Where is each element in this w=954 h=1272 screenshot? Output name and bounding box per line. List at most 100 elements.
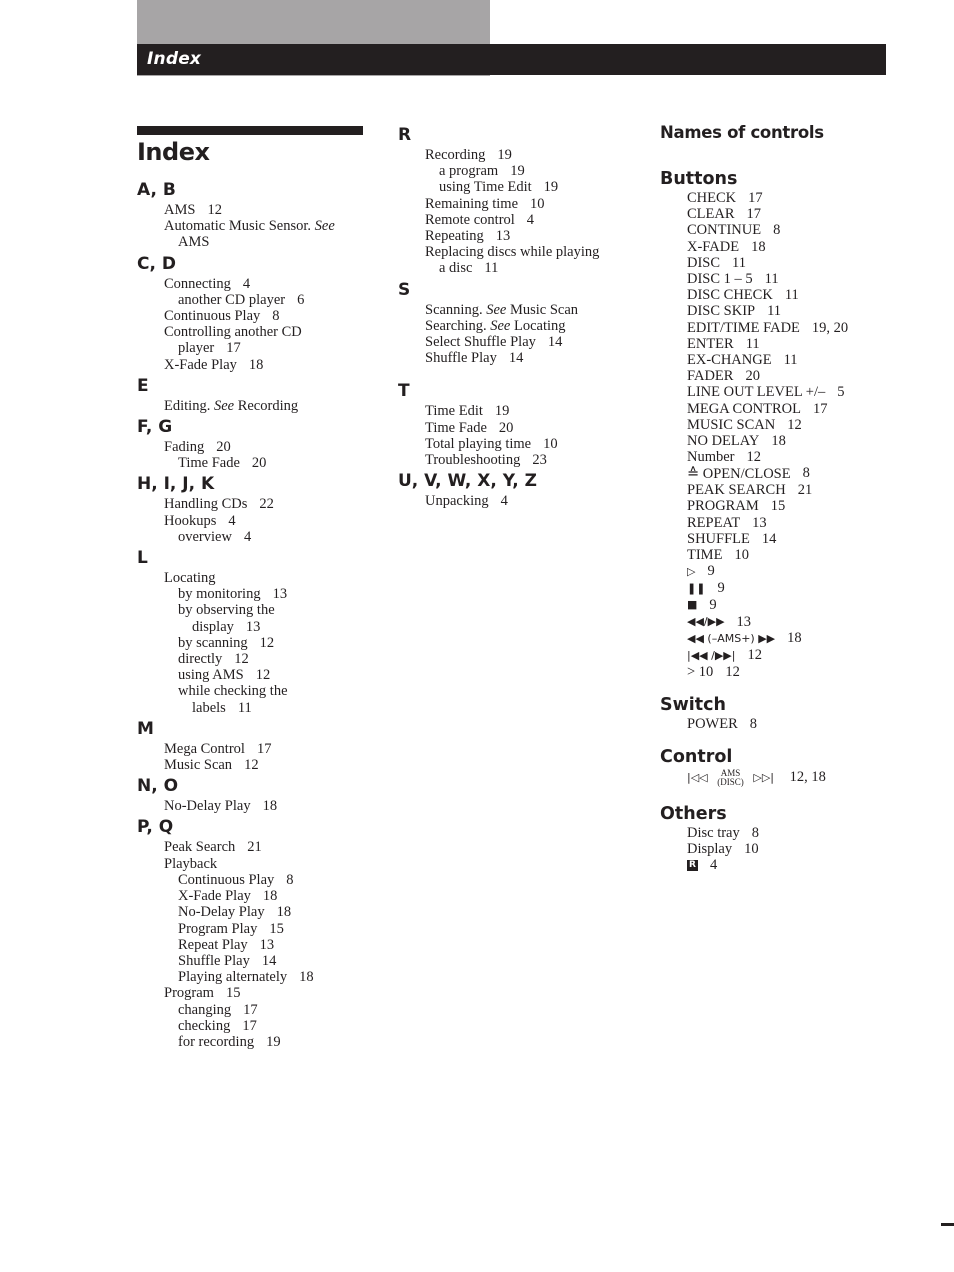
page-ref: 20 [745,368,760,385]
page-ref: 10 [744,841,759,858]
index-entry: another CD player 6 [164,292,363,308]
control-entry: DISC 11 [687,255,890,271]
page-ref: 11 [237,699,252,716]
page-ref: 9 [709,596,717,613]
page-ref: 14 [761,530,777,547]
page-ref: 11 [764,271,779,288]
group-heading-buttons: Buttons [660,169,738,189]
page-ref: 14 [547,334,563,351]
index-entry: player 17 [164,340,363,356]
entry-text: Display [687,841,733,858]
page-ref: 17 [746,206,762,223]
entry-text: Select Shuffle Play [425,334,536,351]
entry-text: labels [192,699,226,716]
control-entry: LINE OUT LEVEL +/– 5 [687,384,890,400]
index-entry: Program Play 15 [164,921,363,937]
entry-text: Number [687,449,735,466]
page-ref: 6 [297,291,305,308]
entry-list: Peak Search 21 Playback Continuous Play 8 X-F… [137,839,363,1050]
entry-text: X-Fade Play [164,356,237,373]
page-ref: 14 [508,350,524,367]
entry-text: > 10 [687,663,714,680]
title-rule [137,126,363,135]
switch-group: Switch POWER 8 [660,694,890,732]
index-entry: Continuous Play 8 [164,872,363,888]
page-ref: 8 [773,222,781,239]
page-ref: 12 [747,647,762,664]
index-entry: overview 4 [164,529,363,545]
entry-list: Connecting 4 another CD player 6 Continuous … [137,276,363,373]
entry-text: Total playing time [425,435,532,452]
entry-text: AMS [164,202,196,218]
entry-list: Editing. See Recording [137,398,363,414]
page-ref: 13 [259,936,275,953]
page-ref: 13 [245,618,261,635]
entry-text: Controlling another CD [164,324,302,341]
page-ref: 15 [225,985,241,1002]
index-entry: Automatic Music Sensor. See [164,218,363,234]
letter-heading: E [137,375,149,396]
index-entry: Program 15 [164,985,363,1001]
page-ref: 20 [251,455,267,472]
page-ref: 19 [543,179,559,196]
entry-text: DISC CHECK [687,287,773,304]
letter-group: U, V, W, X, Y, Z Unpacking 4 [398,470,638,509]
page-ref: 5 [837,384,845,401]
entry-text: Program [164,985,214,1002]
page-ref: 13 [495,228,511,245]
index-entry: changing 17 [164,1002,363,1018]
page-ref: 13 [272,586,288,603]
index-entry: for recording 19 [164,1034,363,1050]
index-entry: Fading 20 [164,439,363,455]
entry-list: Unpacking 4 [398,493,638,509]
page-ref: 12 [244,757,259,774]
entry-text: Peak Search [164,839,236,856]
entry-text: SHUFFLE [687,530,750,547]
page-ref: 18 [276,904,292,921]
index-entry: AMS 12 [164,202,363,218]
letter-group: E Editing. See Recording [137,375,363,414]
index-entry: Locating [164,570,363,586]
entry-text: using Time Edit [439,179,532,196]
entry-text: checking [178,1017,231,1034]
entry-text: Mega Control [164,740,245,757]
control-entry: CLEAR 17 [687,206,890,222]
page-ref: 19, 20 [811,319,849,336]
page-ref: 8 [751,824,759,841]
page-ref: 18 [751,238,766,255]
index-entry: labels 11 [164,700,363,716]
entry-text: Shuffle Play [425,350,497,367]
control-entry: EX-CHANGE 11 [687,352,890,368]
group-heading-others: Others [660,803,727,824]
entry-text: Remaining time [425,195,519,212]
entry-text: AMS [178,234,210,251]
page-ref: 12 [255,667,271,684]
index-entry: Replacing discs while playing [425,244,638,260]
control-entry: TIME 10 [687,547,890,563]
control-entry: > 10 12 [687,664,890,680]
letter-group: T Time Edit 19 Time Fade 20 Total playing tim… [398,380,638,468]
page-ref: 17 [242,1017,257,1034]
index-entry: Playback [164,856,363,872]
control-entry: ◀◀ (–AMS+) ▶▶ 18 [687,630,890,647]
see-target: Music Scan [509,301,579,318]
control-entry: ≙ OPEN/CLOSE 8 [687,465,890,482]
see-target: Recording [237,397,299,414]
entry-text: Continuous Play [178,871,275,888]
entry-text: Time Fade [178,455,240,472]
entry-text: using AMS [178,667,244,684]
index-entry: Repeat Play 13 [164,937,363,953]
page-ref: 18 [787,630,802,647]
index-entry: Remaining time 10 [425,196,638,212]
index-entry: Connecting 4 [164,276,363,292]
control-entry: CONTINUE 8 [687,222,890,238]
buttons-group: Buttons CHECK 17 CLEAR 17 CONTINUE 8 X-FADE 18 D… [660,168,890,680]
entry-text: MUSIC SCAN [687,416,776,433]
remote-sensor-icon: R [687,860,698,872]
index-entry: Playing alternately 18 [164,969,363,985]
control-entry: POWER 8 [687,716,890,732]
entry-text: another CD player [178,291,286,308]
index-entry: Continuous Play 8 [164,308,363,324]
entry-list: Mega Control 17 Music Scan 12 [137,741,363,773]
control-entry: FADER 20 [687,368,890,384]
